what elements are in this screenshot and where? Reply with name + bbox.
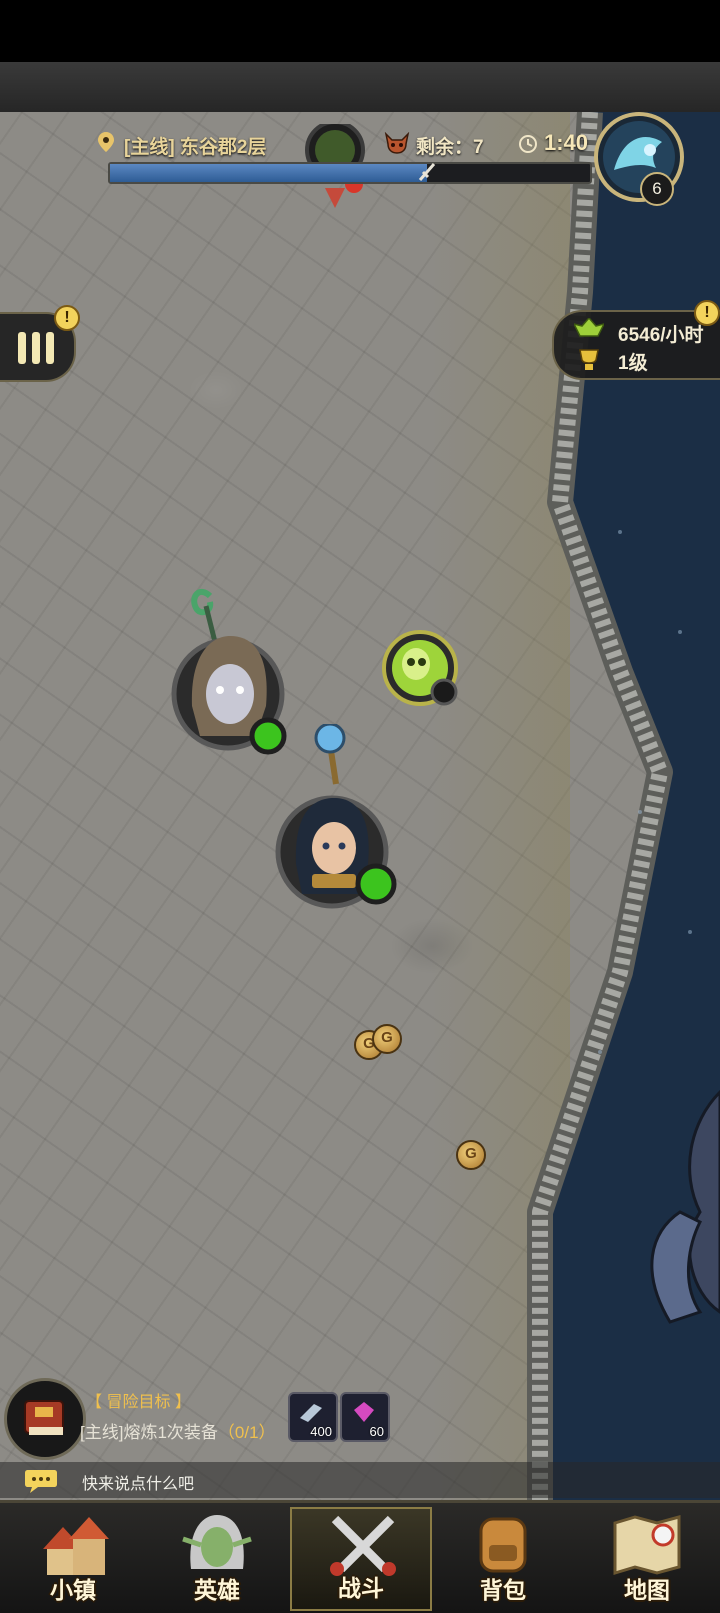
income-alert-badge: ! [694, 300, 720, 326]
status-strip [0, 0, 720, 62]
nav-tab-town[interactable]: 小镇 [2, 1507, 144, 1611]
nav-tab-heroes[interactable]: 英雄 [146, 1507, 288, 1611]
stage-progress-bar [108, 162, 592, 184]
nav-tab-battle[interactable]: 战斗 [290, 1507, 432, 1611]
chat-bubble-icon [25, 1470, 57, 1493]
clock-icon [519, 135, 537, 153]
scroll-reward-icon [300, 1404, 322, 1422]
location-pin-icon [98, 132, 114, 152]
enemy-slime-skull[interactable] [380, 628, 462, 710]
book-icon [24, 1400, 64, 1435]
idle-income-panel[interactable]: 6546/小时 1级 [552, 310, 720, 380]
nav-label-battle: 战斗 [338, 1575, 384, 1601]
nav-tab-backpack[interactable]: 背包 [432, 1507, 574, 1611]
menu-alert-badge: ! [54, 305, 80, 331]
trophy-icon [579, 349, 599, 370]
quest-location: [主线] 东谷郡2层 [124, 137, 267, 158]
backpack-icon [479, 1517, 527, 1573]
map-icon [613, 1515, 681, 1576]
chat-bar[interactable]: 快来说点什么吧 [0, 1462, 720, 1498]
income-rate: 6546/小时 [618, 325, 704, 346]
quest-book-button[interactable] [4, 1378, 86, 1460]
town-icon [43, 1517, 109, 1575]
hero-icon [182, 1515, 252, 1569]
experience-icon [574, 318, 604, 337]
stage-timer: 1:40 [544, 130, 589, 155]
adventure-objective-panel[interactable]: 【 冒险目标 】 [主线]熔炼1次装备（0/1） 400 60 [0, 1378, 720, 1462]
gold-coin[interactable] [372, 1024, 402, 1054]
objective-description: [主线]熔炼1次装备（0/1） [80, 1418, 276, 1443]
menu-bars-icon [18, 332, 54, 364]
chat-placeholder: 快来说点什么吧 [82, 1476, 195, 1493]
nav-label-map: 地图 [624, 1577, 670, 1603]
reward-item-gem[interactable]: 60 [340, 1392, 390, 1442]
nav-label-heroes: 英雄 [194, 1577, 240, 1603]
reward-count: 400 [310, 1424, 332, 1439]
objective-title: 【 冒险目标 】 [86, 1394, 191, 1411]
nav-label-backpack: 背包 [480, 1577, 526, 1603]
hero-mage[interactable] [272, 724, 408, 924]
sword-marker-icon [418, 163, 435, 181]
boss-level-badge: 6 [640, 172, 674, 206]
bottom-nav: 小镇 英雄 战斗 背包 地图 [0, 1500, 720, 1613]
reward-item-scroll[interactable]: 400 [288, 1392, 338, 1442]
nav-tab-map[interactable]: 地图 [576, 1507, 718, 1611]
enemies-remaining: 剩余：7 [416, 137, 484, 158]
top-frame [0, 62, 720, 115]
gold-coin[interactable] [456, 1140, 486, 1170]
demon-head-icon [384, 132, 410, 154]
objective-progress: （0/1） [217, 1423, 276, 1442]
reward-count: 60 [369, 1424, 384, 1439]
stage-hud: [主线] 东谷郡2层 剩余：7 1:40 [98, 124, 598, 190]
stage-progress-fill [110, 164, 427, 182]
nav-label-town: 小镇 [50, 1577, 96, 1603]
gem-reward-icon [354, 1402, 374, 1422]
income-level: 1级 [618, 353, 648, 374]
objective-text: [主线]熔炼1次装备 [80, 1423, 218, 1442]
